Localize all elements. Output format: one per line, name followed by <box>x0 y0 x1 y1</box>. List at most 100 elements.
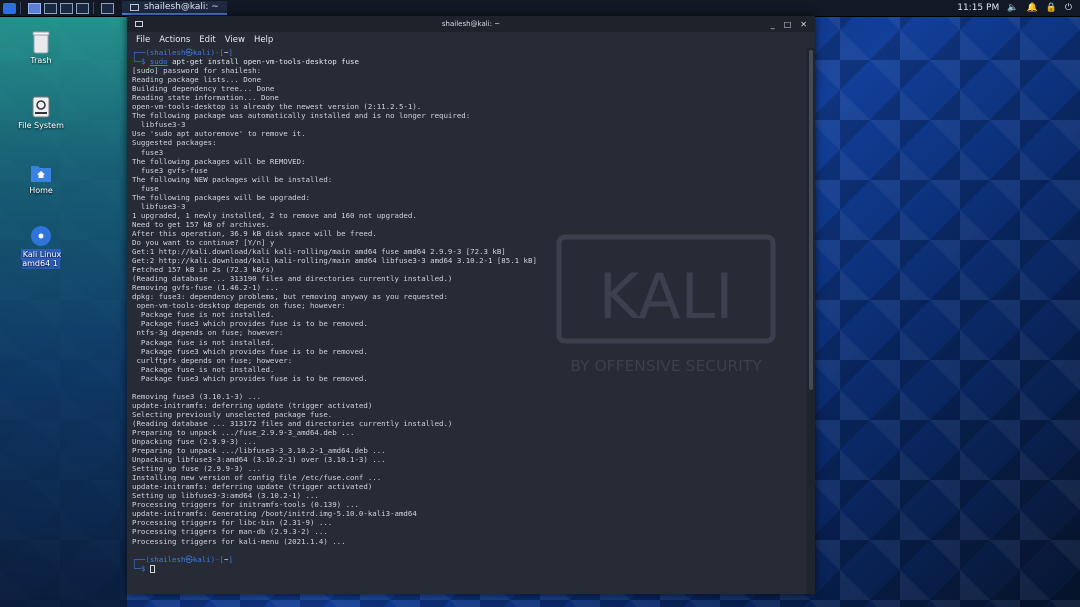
output-line: Processing triggers for initramfs-tools … <box>132 500 359 510</box>
output-line: Package fuse is not installed. <box>132 337 275 347</box>
taskbar-terminal-label: shailesh@kali: ~ <box>144 2 219 12</box>
command-line: └─$ sudo apt-get install open-vm-tools-d… <box>132 57 359 67</box>
terminal-launcher-icon[interactable] <box>60 2 73 14</box>
output-line: Do you want to continue? [Y/n] y <box>132 237 275 247</box>
output-line: Package fuse3 which provides fuse is to … <box>132 319 368 329</box>
desktop-icon-label: Kali Linux amd64 1 <box>20 249 62 269</box>
output-line: Reading state information... Done <box>132 93 279 103</box>
output-line: fuse3 gvfs-fuse <box>132 165 208 175</box>
top-panel: shailesh@kali: ~ 11:15 PM 🔈 🔔 🔒 ⏻ <box>0 0 1080 17</box>
output-line: Need to get 157 kB of archives. <box>132 219 270 229</box>
output-line: libfuse3-3 <box>132 201 186 211</box>
output-line: The following packages will be upgraded: <box>132 192 310 202</box>
terminal-window[interactable]: shailesh@kali: ~ _ □ ✕ File Actions Edit… <box>127 16 815 594</box>
menu-help[interactable]: Help <box>254 35 273 45</box>
terminal-scrollbar[interactable] <box>807 48 815 594</box>
prompt-host: kali <box>192 48 211 57</box>
output-line: fuse3 <box>132 147 164 157</box>
output-line: After this operation, 36.9 kB disk space… <box>132 228 377 238</box>
output-line: fuse <box>132 183 159 193</box>
output-line: Use 'sudo apt autoremove' to remove it. <box>132 129 306 139</box>
output-line: Setting up libfuse3-3:amd64 (3.10.2-1) .… <box>132 491 319 501</box>
desktop-icon-label: File System <box>18 121 64 130</box>
menu-view[interactable]: View <box>225 35 245 45</box>
scrollbar-thumb[interactable] <box>809 50 813 390</box>
window-titlebar[interactable]: shailesh@kali: ~ _ □ ✕ <box>127 16 815 32</box>
command-text: apt-get install open-vm-tools-desktop fu… <box>167 57 359 67</box>
desktop-icon-trash[interactable]: Trash <box>11 30 71 65</box>
notification-icon[interactable]: 🔔 <box>1026 3 1037 13</box>
command-output: [sudo] password for shailesh: Reading pac… <box>132 66 802 545</box>
output-line: curlftpfs depends on fuse; however: <box>132 355 293 365</box>
terminal-cursor <box>149 564 155 573</box>
prompt-dir: ~ <box>224 554 229 564</box>
output-line: ntfs-3g depends on fuse; however: <box>132 328 284 338</box>
prompt-user: shailesh <box>149 48 186 57</box>
output-line: Unpacking libfuse3-3:amd64 (3.10.2-1) ov… <box>132 455 386 465</box>
output-line: Processing triggers for man-db (2.9.3-2)… <box>132 527 328 537</box>
minimize-button[interactable]: _ <box>771 20 775 29</box>
output-line: Package fuse3 which provides fuse is to … <box>132 373 368 383</box>
output-line: open-vm-tools-desktop is already the new… <box>132 102 422 112</box>
close-button[interactable]: ✕ <box>800 20 807 29</box>
desktop-icon-home[interactable]: Home <box>11 160 71 195</box>
power-icon[interactable]: ⏻ <box>1065 3 1072 13</box>
menu-actions[interactable]: Actions <box>159 35 190 45</box>
output-line: Package fuse3 which provides fuse is to … <box>132 346 368 356</box>
output-line: Preparing to unpack .../libfuse3-3_3.10.… <box>132 446 386 456</box>
menu-edit[interactable]: Edit <box>199 35 215 45</box>
maximize-button[interactable]: □ <box>784 20 792 29</box>
active-prompt[interactable]: └─$ <box>132 564 802 573</box>
prompt-dir: ~ <box>224 48 229 57</box>
desktop-icon-label: Home <box>29 186 53 195</box>
output-line: Get:1 http://kali.download/kali kali-rol… <box>132 247 506 257</box>
lock-icon[interactable]: 🔒 <box>1046 3 1057 13</box>
app-launcher-icon[interactable] <box>101 2 114 14</box>
output-line: Unpacking fuse (2.9.9-3) ... <box>132 437 257 447</box>
files-icon[interactable] <box>44 2 57 14</box>
window-title: shailesh@kali: ~ <box>441 20 501 28</box>
menu-bar: File Actions Edit View Help <box>127 32 815 48</box>
output-line: Suggested packages: <box>132 138 217 148</box>
hard-drive-icon <box>32 96 50 118</box>
output-line: Removing gvfs-fuse (1.46.2-1) ... <box>132 283 279 293</box>
taskbar-terminal-item[interactable]: shailesh@kali: ~ <box>122 1 227 15</box>
output-line: dpkg: fuse3: dependency problems, but re… <box>132 292 448 302</box>
output-line: Reading package lists... Done <box>132 75 262 85</box>
menu-file[interactable]: File <box>136 35 150 45</box>
output-line: Processing triggers for kali-menu (2021.… <box>132 536 346 546</box>
output-line: open-vm-tools-desktop depends on fuse; h… <box>132 301 346 311</box>
output-line: Fetched 157 kB in 2s (72.3 kB/s) <box>132 265 275 275</box>
desktop-icon-filesystem[interactable]: File System <box>11 95 71 130</box>
output-line: [sudo] password for shailesh: <box>132 66 262 76</box>
desktop-icon-label: Trash <box>30 56 52 65</box>
terminal-output[interactable]: ┌──(shailesh㉿kali)-[~] └─$ sudo apt-get i… <box>127 48 807 594</box>
output-line: The following packages will be REMOVED: <box>132 156 306 166</box>
panel-separator <box>20 2 21 14</box>
workspace-icon[interactable] <box>28 2 41 14</box>
disc-icon <box>31 226 51 246</box>
output-line: update-initramfs: Generating /boot/initr… <box>132 509 417 519</box>
output-line: The following package was automatically … <box>132 111 471 121</box>
prompt-line-top: ┌──(shailesh㉿kali)-[~] <box>132 554 233 564</box>
output-line: Preparing to unpack .../fuse_2.9.9-3_amd… <box>132 427 355 437</box>
output-line: Get:2 http://kali.download/kali kali-rol… <box>132 256 537 266</box>
prompt-host: kali <box>192 554 211 564</box>
output-line: Setting up fuse (2.9.9-3) ... <box>132 464 262 474</box>
output-line: (Reading database ... 313172 files and d… <box>132 418 453 428</box>
kali-menu-icon[interactable] <box>3 2 16 14</box>
output-line: update-initramfs: deferring update (trig… <box>132 400 373 410</box>
output-line: libfuse3-3 <box>132 120 186 130</box>
desktop-icon-kali-disc[interactable]: Kali Linux amd64 1 <box>11 224 71 269</box>
volume-icon[interactable]: 🔈 <box>1007 3 1018 13</box>
output-line: Package fuse is not installed. <box>132 364 275 374</box>
browser-icon[interactable] <box>76 2 89 14</box>
panel-separator <box>93 2 94 14</box>
output-line: Package fuse is not installed. <box>132 310 275 320</box>
output-line: Removing fuse3 (3.10.1-3) ... <box>132 391 262 401</box>
output-line: Building dependency tree... Done <box>132 84 275 94</box>
home-folder-icon <box>31 166 51 182</box>
clock[interactable]: 11:15 PM <box>957 3 999 13</box>
